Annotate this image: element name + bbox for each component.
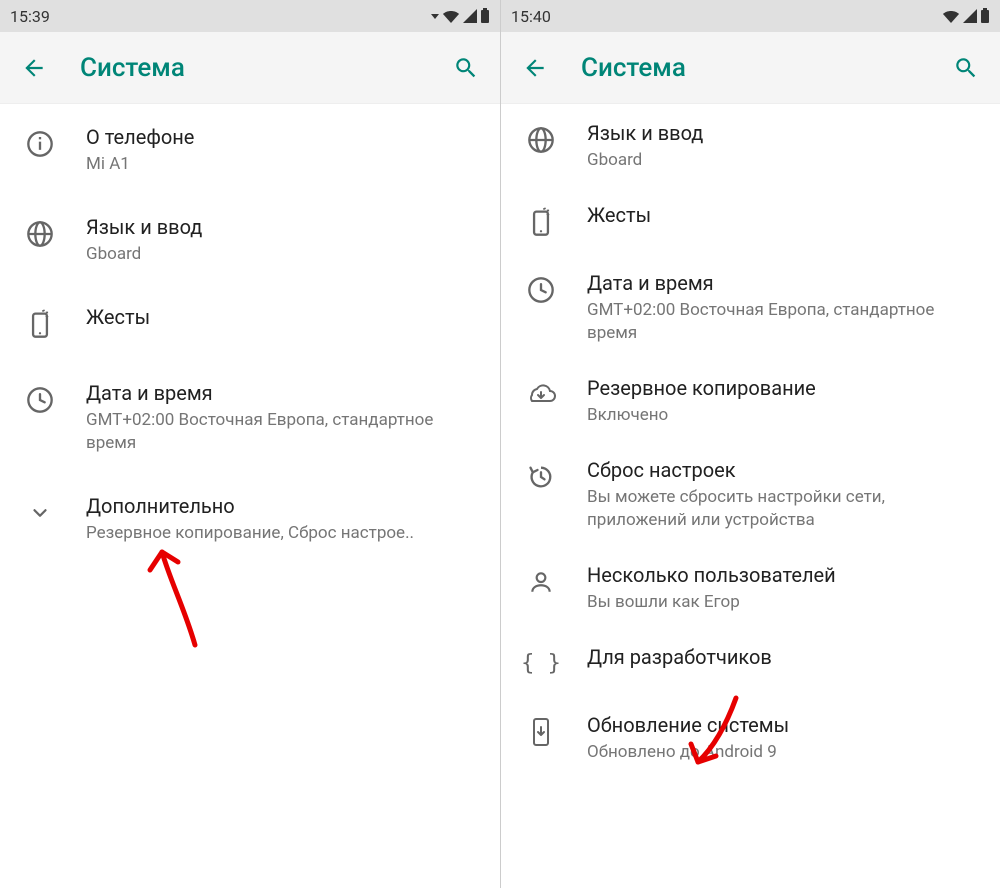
item-multiple-users[interactable]: Несколько пользователей Вы вошли как Его…	[501, 546, 1000, 628]
restore-icon	[523, 459, 559, 495]
item-subtitle: GMT+02:00 Восточная Европа, стандартное …	[587, 299, 978, 345]
item-title: Дата и время	[86, 380, 478, 407]
app-bar: Система	[0, 32, 500, 104]
battery-icon	[980, 8, 990, 24]
item-about-phone[interactable]: О телефоне Mi A1	[0, 104, 500, 194]
back-button[interactable]	[521, 54, 549, 82]
wifi-icon	[442, 8, 460, 24]
item-system-update[interactable]: Обновление системы Обновлено до Android …	[501, 696, 1000, 778]
item-subtitle: Gboard	[587, 149, 978, 172]
item-advanced[interactable]: Дополнительно Резервное копирование, Сбр…	[0, 473, 500, 563]
globe-icon	[22, 216, 58, 252]
settings-list: Язык и ввод Gboard Жесты Дата и время GM…	[501, 104, 1000, 778]
system-update-icon	[523, 714, 559, 750]
item-title: Дополнительно	[86, 493, 478, 520]
gesture-phone-icon	[523, 204, 559, 240]
signal-icon	[962, 8, 978, 24]
item-developer-options[interactable]: { } Для разработчиков	[501, 628, 1000, 696]
search-button[interactable]	[952, 54, 980, 82]
dropdown-icon	[430, 11, 440, 21]
status-time: 15:39	[10, 7, 50, 26]
screen-left: 15:39 Система О телефоне Mi A1	[0, 0, 500, 888]
screen-right: 15:40 Система Язык и ввод Gboard	[500, 0, 1000, 888]
item-subtitle: Gboard	[86, 243, 478, 266]
globe-icon	[523, 122, 559, 158]
item-title: Сброс настроек	[587, 457, 978, 484]
item-language-input[interactable]: Язык и ввод Gboard	[501, 104, 1000, 186]
item-subtitle: GMT+02:00 Восточная Европа, стандартное …	[86, 409, 478, 455]
status-icons	[942, 8, 990, 24]
clock-icon	[22, 382, 58, 418]
item-title: Жесты	[587, 202, 978, 229]
item-subtitle: Вы вошли как Егор	[587, 591, 978, 614]
arrow-back-icon	[522, 55, 548, 81]
back-button[interactable]	[20, 54, 48, 82]
item-date-time[interactable]: Дата и время GMT+02:00 Восточная Европа,…	[501, 254, 1000, 359]
item-title: Жесты	[86, 304, 478, 331]
info-icon	[22, 126, 58, 162]
item-title: Язык и ввод	[587, 120, 978, 147]
braces-icon: { }	[523, 646, 559, 682]
search-button[interactable]	[452, 54, 480, 82]
item-gestures[interactable]: Жесты	[0, 284, 500, 360]
status-time: 15:40	[511, 7, 551, 26]
item-backup[interactable]: Резервное копирование Включено	[501, 359, 1000, 441]
item-title: Для разработчиков	[587, 644, 978, 671]
gesture-phone-icon	[22, 306, 58, 342]
page-title: Система	[80, 53, 420, 83]
item-title: Резервное копирование	[587, 375, 978, 402]
item-subtitle: Вы можете сбросить настройки сети, прило…	[587, 486, 978, 532]
chevron-down-icon	[22, 495, 58, 531]
clock-icon	[523, 272, 559, 308]
item-subtitle: Включено	[587, 404, 978, 427]
item-title: Дата и время	[587, 270, 978, 297]
item-language-input[interactable]: Язык и ввод Gboard	[0, 194, 500, 284]
status-bar: 15:40	[501, 0, 1000, 32]
app-bar: Система	[501, 32, 1000, 104]
item-subtitle: Mi A1	[86, 153, 478, 176]
person-icon	[523, 564, 559, 600]
item-title: Обновление системы	[587, 712, 978, 739]
arrow-back-icon	[21, 55, 47, 81]
settings-list: О телефоне Mi A1 Язык и ввод Gboard Жест…	[0, 104, 500, 563]
item-title: О телефоне	[86, 124, 478, 151]
item-subtitle: Обновлено до Android 9	[587, 741, 978, 764]
battery-icon	[480, 8, 490, 24]
item-date-time[interactable]: Дата и время GMT+02:00 Восточная Европа,…	[0, 360, 500, 473]
search-icon	[453, 55, 479, 81]
page-title: Система	[581, 53, 920, 83]
status-icons	[430, 8, 490, 24]
status-bar: 15:39	[0, 0, 500, 32]
item-subtitle: Резервное копирование, Сброс настрое..	[86, 522, 478, 545]
cloud-download-icon	[523, 377, 559, 413]
item-reset[interactable]: Сброс настроек Вы можете сбросить настро…	[501, 441, 1000, 546]
search-icon	[953, 55, 979, 81]
wifi-icon	[942, 8, 960, 24]
item-title: Язык и ввод	[86, 214, 478, 241]
item-gestures[interactable]: Жесты	[501, 186, 1000, 254]
item-title: Несколько пользователей	[587, 562, 978, 589]
signal-icon	[462, 8, 478, 24]
